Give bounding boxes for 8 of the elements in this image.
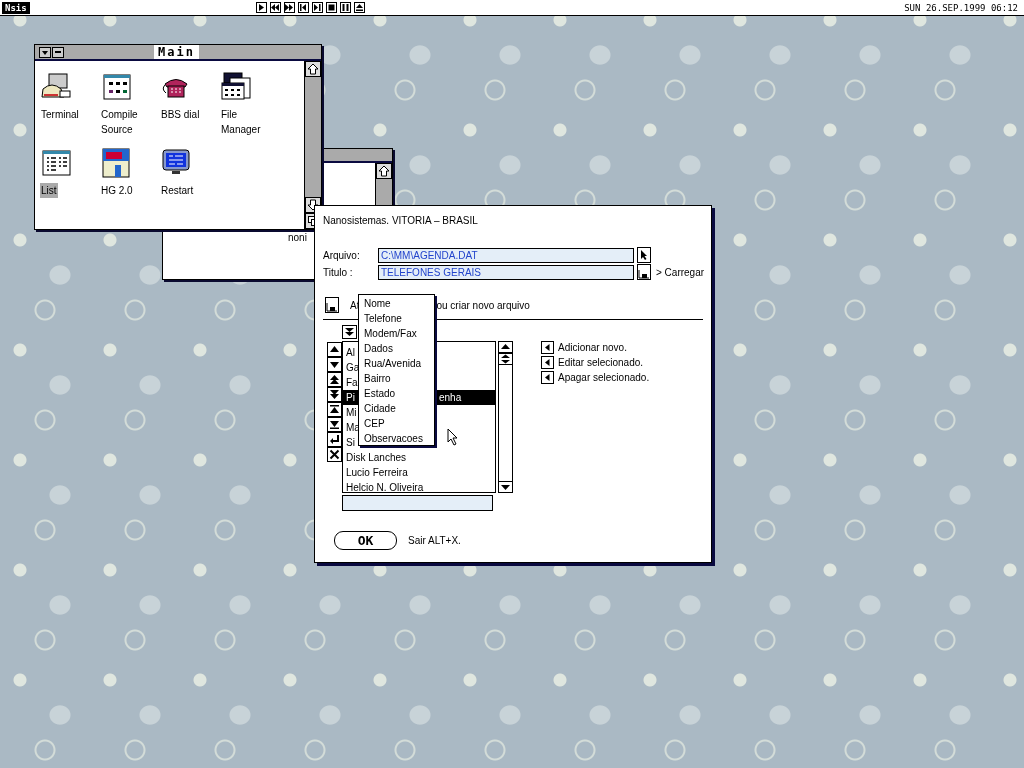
update-text: ou criar novo arquivo xyxy=(436,299,530,311)
field-label: Arquivo: xyxy=(323,249,361,261)
window-text: noni xyxy=(288,233,307,243)
dialog-header: Nanosistemas. VITORIA – BRASIL xyxy=(323,215,479,227)
clock-text: SUN 26.SEP.1999 06:12 xyxy=(904,2,1018,13)
window-title: Main xyxy=(154,45,199,59)
field-label: Titulo : xyxy=(323,266,354,278)
exit-hint: Sair ALT+X. xyxy=(408,535,461,546)
